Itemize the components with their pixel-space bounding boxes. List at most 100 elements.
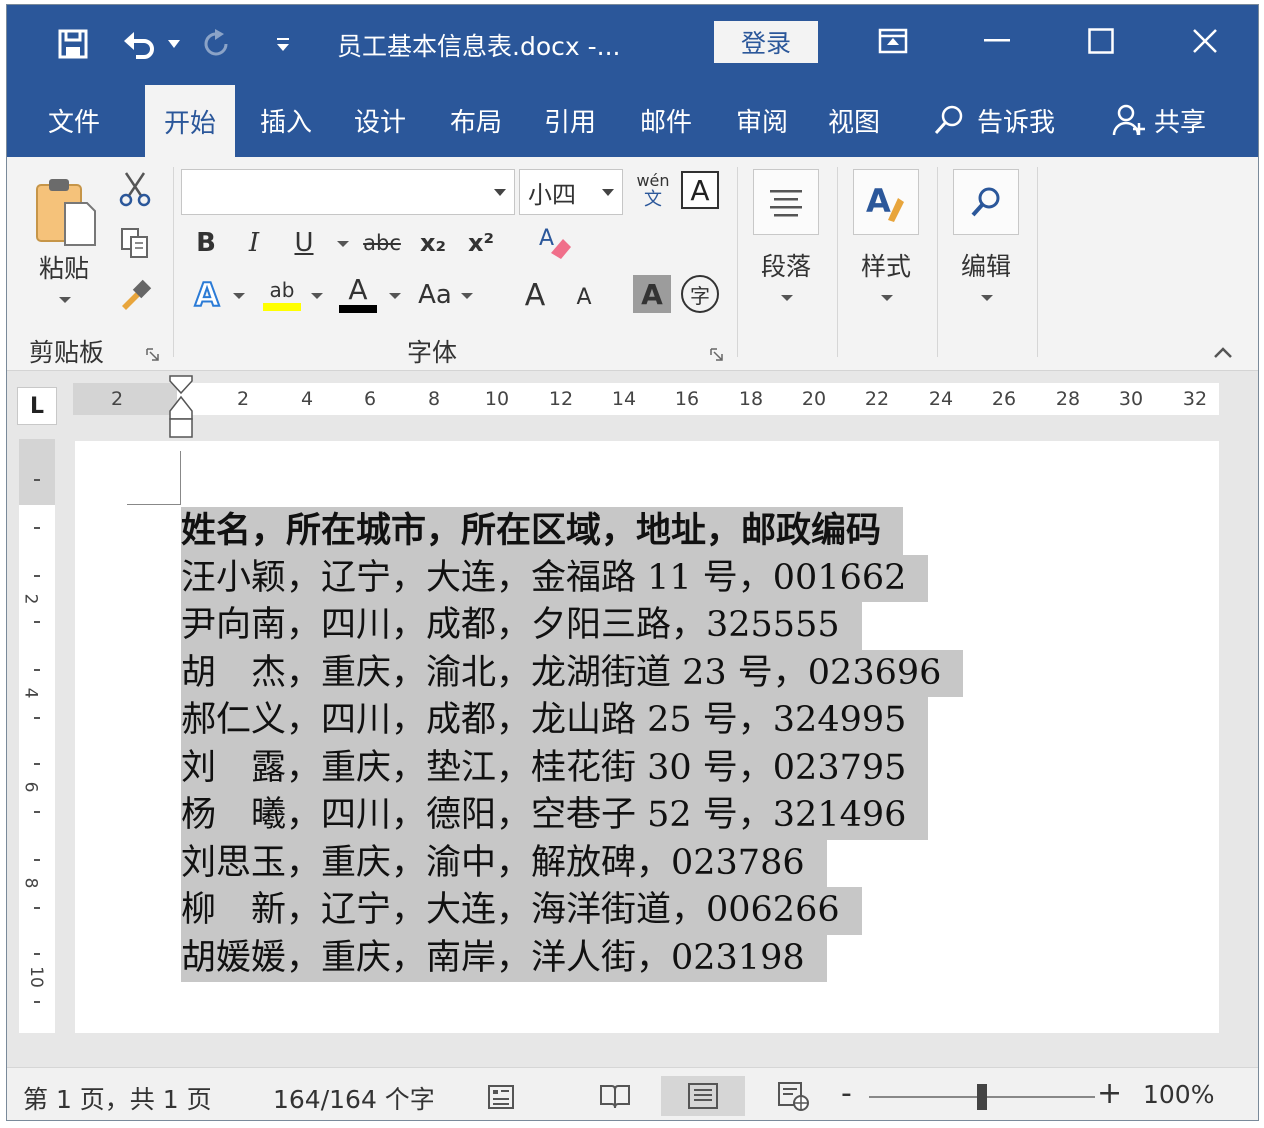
undo-icon[interactable]	[119, 23, 159, 65]
bold-button[interactable]: B	[189, 223, 223, 263]
font-color-button[interactable]: A	[335, 271, 381, 317]
font-name-combo[interactable]	[181, 169, 515, 215]
indent-markers[interactable]	[169, 375, 193, 439]
copy-icon[interactable]	[115, 223, 155, 263]
zoom-slider-thumb[interactable]	[977, 1084, 987, 1110]
zoom-level[interactable]: 100%	[1143, 1080, 1214, 1109]
superscript-button[interactable]: x²	[461, 223, 501, 263]
ribbon-home: 粘贴 剪贴板 小四 wén 文 A B I U abc x₂ x² A A ab…	[7, 157, 1258, 371]
shrink-font-button[interactable]: A	[567, 279, 601, 315]
document-line[interactable]: 刘思玉，重庆，渝中，解放碑，023786	[181, 839, 963, 887]
share-button[interactable]: 共享	[1099, 83, 1219, 157]
strikethrough-button[interactable]: abc	[359, 223, 405, 263]
tab-references[interactable]: 引用	[525, 83, 615, 157]
phonetic-guide-button[interactable]: wén 文	[631, 167, 675, 215]
document-line[interactable]: 胡媛媛，重庆，南岸，洋人街，023198	[181, 934, 963, 982]
character-shading-button[interactable]: A	[633, 275, 671, 313]
zoom-out-button[interactable]: -	[841, 1076, 852, 1111]
login-button[interactable]: 登录	[714, 21, 818, 63]
zoom-in-button[interactable]: +	[1097, 1076, 1122, 1111]
title-bar: 员工基本信息表.docx -... 登录	[7, 5, 1258, 83]
document-line[interactable]: 杨 曦，四川，德阳，空巷子 52 号，321496	[181, 792, 963, 840]
tab-tell-me[interactable]: 告诉我	[919, 83, 1069, 157]
word-count[interactable]: 164/164 个字	[273, 1080, 435, 1116]
grow-font-button[interactable]: A	[515, 275, 555, 315]
font-size-combo[interactable]: 小四	[519, 169, 623, 215]
highlight-dropdown-icon[interactable]	[311, 293, 323, 299]
enclose-characters-button[interactable]: 字	[681, 275, 719, 313]
ribbon-display-icon[interactable]	[863, 19, 923, 63]
tab-review[interactable]: 审阅	[717, 83, 807, 157]
paste-dropdown-icon[interactable]	[59, 297, 71, 303]
tab-file[interactable]: 文件	[29, 83, 119, 157]
tab-insert[interactable]: 插入	[241, 83, 331, 157]
font-launcher-icon[interactable]	[709, 347, 725, 363]
save-icon[interactable]	[53, 23, 93, 65]
customize-icon[interactable]	[269, 23, 297, 65]
document-line[interactable]: 郝仁义，四川，成都，龙山路 25 号，324995	[181, 697, 963, 745]
paragraph-label[interactable]: 段落	[747, 247, 825, 283]
document-body[interactable]: 姓名，所在城市，所在区域，地址，邮政编码 汪小颖，辽宁，大连，金福路 11 号，…	[181, 507, 964, 982]
character-border-button[interactable]: A	[681, 171, 719, 209]
italic-button[interactable]: I	[237, 223, 271, 263]
styles-dropdown-icon[interactable]	[881, 295, 893, 301]
redo-icon[interactable]	[197, 23, 237, 65]
editing-label[interactable]: 编辑	[947, 247, 1025, 283]
ruler-tick: 32	[1182, 388, 1208, 410]
styles-icon: A	[866, 182, 904, 222]
document-line[interactable]: 胡 杰，重庆，渝北，龙湖街道 23 号，023696	[181, 649, 964, 697]
tab-selector[interactable]: L	[17, 387, 57, 425]
font-size-dropdown-icon[interactable]	[602, 189, 614, 196]
paste-button[interactable]	[29, 173, 101, 249]
font-color-dropdown-icon[interactable]	[389, 293, 401, 299]
change-case-button[interactable]: Aa	[413, 275, 457, 315]
underline-button[interactable]: U	[287, 223, 321, 263]
styles-button[interactable]: A	[853, 169, 919, 235]
close-icon[interactable]	[1175, 19, 1235, 63]
tab-home[interactable]: 开始	[145, 85, 235, 157]
font-name-dropdown-icon[interactable]	[494, 189, 506, 196]
text-effects-dropdown-icon[interactable]	[233, 293, 245, 299]
minimize-icon[interactable]	[967, 19, 1027, 63]
page-info[interactable]: 第 1 页，共 1 页	[23, 1080, 212, 1116]
text-effects-button[interactable]: A	[185, 273, 229, 317]
font-color-glyph: A	[348, 273, 368, 306]
proofing-icon[interactable]	[481, 1076, 521, 1116]
ruler-tick: 6	[363, 388, 377, 410]
web-layout-icon[interactable]	[771, 1076, 815, 1116]
editing-dropdown-icon[interactable]	[981, 295, 993, 301]
clipboard-launcher-icon[interactable]	[145, 347, 161, 363]
tab-view[interactable]: 视图	[809, 83, 899, 157]
tab-layout[interactable]: 布局	[431, 83, 521, 157]
read-mode-icon[interactable]	[593, 1076, 637, 1116]
document-page[interactable]: 姓名，所在城市，所在区域，地址，邮政编码 汪小颖，辽宁，大连，金福路 11 号，…	[75, 441, 1219, 1033]
collapse-ribbon-icon[interactable]	[1209, 341, 1237, 365]
document-line[interactable]: 柳 新，辽宁，大连，海洋街道，006266	[181, 887, 963, 935]
undo-dropdown-icon[interactable]	[163, 23, 185, 65]
vruler-number: 6	[20, 781, 41, 793]
horizontal-ruler[interactable]: 2 2 4 6 8 10 12 14 16 18 20 22 24 26 28 …	[73, 383, 1219, 415]
vruler-number: 4	[20, 687, 41, 699]
clear-formatting-icon[interactable]: A	[533, 221, 577, 265]
print-layout-icon[interactable]	[661, 1076, 745, 1116]
subscript-button[interactable]: x₂	[413, 223, 453, 263]
document-line[interactable]: 姓名，所在城市，所在区域，地址，邮政编码	[181, 507, 963, 555]
styles-label[interactable]: 样式	[847, 247, 925, 283]
paragraph-button[interactable]	[753, 169, 819, 235]
document-line[interactable]: 刘 露，重庆，垫江，桂花街 30 号，023795	[181, 744, 963, 792]
document-line[interactable]: 汪小颖，辽宁，大连，金福路 11 号，001662	[181, 554, 963, 602]
paragraph-dropdown-icon[interactable]	[781, 295, 793, 301]
vertical-ruler[interactable]: 2 4 6 8 10	[19, 439, 55, 1033]
underline-dropdown-icon[interactable]	[337, 241, 349, 247]
maximize-icon[interactable]	[1071, 19, 1131, 63]
paste-label[interactable]: 粘贴	[31, 249, 97, 285]
tab-mailings[interactable]: 邮件	[621, 83, 711, 157]
document-line[interactable]: 尹向南，四川，成都，夕阳三路，325555	[181, 602, 963, 650]
format-painter-icon[interactable]	[115, 275, 155, 315]
change-case-dropdown-icon[interactable]	[461, 293, 473, 299]
font-color-swatch	[339, 305, 377, 313]
highlight-button[interactable]: ab	[259, 271, 305, 317]
cut-icon[interactable]	[115, 169, 155, 209]
editing-button[interactable]	[953, 169, 1019, 235]
tab-design[interactable]: 设计	[335, 83, 425, 157]
